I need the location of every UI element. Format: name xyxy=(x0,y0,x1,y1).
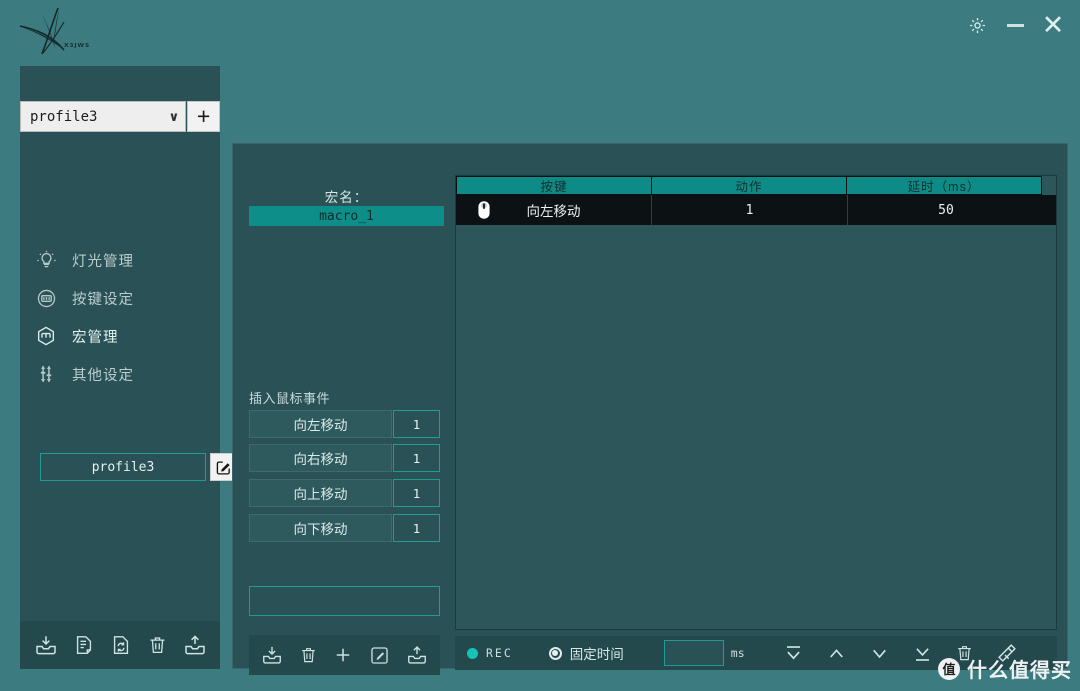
current-profile-label: profile3 xyxy=(91,459,155,475)
macro-toolbar xyxy=(249,635,440,675)
trash-icon[interactable] xyxy=(299,644,318,666)
sliders-icon xyxy=(20,363,72,385)
app-logo: X3JWS xyxy=(12,4,98,60)
cube-icon xyxy=(20,325,72,347)
watermark: 值 什么值得买 xyxy=(938,654,1072,683)
sidebar-item-label: 宏管理 xyxy=(72,329,119,346)
export-tray-icon[interactable] xyxy=(183,633,207,657)
table-header-key[interactable]: 按键 xyxy=(456,176,652,195)
table-header-delay[interactable]: 延时（ms） xyxy=(846,176,1042,195)
sidebar-item-macro[interactable]: 宏管理 xyxy=(20,317,220,355)
pencil-square-icon[interactable] xyxy=(369,645,390,666)
move-top-icon[interactable] xyxy=(783,643,804,664)
table-row[interactable]: 向左移动 1 50 xyxy=(456,195,1056,225)
chevron-down-icon: ∨ xyxy=(168,108,180,124)
radio-inner-dot xyxy=(552,650,559,656)
fixed-time-label: 固定时间 xyxy=(569,647,624,662)
table-header-row: 按键 动作 延时（ms） xyxy=(456,176,1056,195)
delay-ms-input[interactable] xyxy=(663,640,724,666)
record-button[interactable]: REC xyxy=(467,646,513,660)
trash-icon[interactable] xyxy=(147,633,168,657)
main-content: 宏名： macro_1 插入鼠标事件 向左移动 1 向右移动 1 向上移动 1 … xyxy=(232,143,1068,675)
move-right-value-input[interactable]: 1 xyxy=(393,444,440,472)
table-cell-key-label: 向左移动 xyxy=(526,204,581,219)
mouse-event-row-right: 向右移动 1 xyxy=(249,444,440,472)
sidebar-item-keys[interactable]: 按键设定 xyxy=(20,279,220,317)
watermark-badge: 值 xyxy=(938,657,960,680)
profile-select-value: profile3 xyxy=(30,108,98,125)
plus-icon[interactable] xyxy=(333,645,353,665)
add-profile-button[interactable]: + xyxy=(187,101,220,132)
table-cell-action-label: 1 xyxy=(745,202,754,218)
table-cell-action: 1 xyxy=(652,195,848,225)
record-dot-icon xyxy=(467,647,478,659)
pencil-square-icon xyxy=(216,460,230,475)
table-cell-delay-label: 50 xyxy=(938,202,954,218)
sidebar-item-label: 按键设定 xyxy=(72,291,134,308)
logo-mark xyxy=(19,7,65,55)
insert-mouse-event-label: 插入鼠标事件 xyxy=(249,391,331,406)
document-refresh-icon[interactable] xyxy=(110,633,132,657)
minimize-bar xyxy=(1006,23,1024,27)
sidebar-item-other[interactable]: 其他设定 xyxy=(20,355,220,393)
profile-select[interactable]: profile3 ∨ xyxy=(20,101,187,132)
macro-name-label: 宏名： xyxy=(324,190,369,205)
lightbulb-icon xyxy=(20,250,72,271)
macro-column: 宏名： macro_1 插入鼠标事件 向左移动 1 向右移动 1 向上移动 1 … xyxy=(249,150,444,675)
macro-name-text: macro_1 xyxy=(319,208,374,224)
sidebar: profile3 ∨ + 灯光管理 按键设定 宏管理 其他设定 profile3 xyxy=(20,66,237,669)
macro-name-input[interactable] xyxy=(249,586,440,616)
current-profile-row: profile3 xyxy=(40,453,237,481)
move-left-value-input[interactable]: 1 xyxy=(393,410,440,438)
move-up-button[interactable]: 向上移动 xyxy=(249,479,392,507)
close-icon[interactable]: ✕ xyxy=(1036,8,1070,42)
table-header-action[interactable]: 动作 xyxy=(651,176,847,195)
move-down-value-input[interactable]: 1 xyxy=(393,514,440,542)
import-tray-icon[interactable] xyxy=(261,644,283,666)
settings-gear-icon[interactable] xyxy=(960,8,994,42)
radio-icon xyxy=(548,646,562,660)
chevron-down-icon[interactable] xyxy=(869,643,890,664)
ms-unit-label: ms xyxy=(730,646,745,660)
mouse-event-row-down: 向下移动 1 xyxy=(249,514,440,542)
title-bar: X3JWS ✕ xyxy=(0,0,1080,64)
logo-wordmark: X3JWS xyxy=(64,42,90,49)
mouse-icon xyxy=(472,198,496,225)
chevron-up-icon[interactable] xyxy=(826,643,847,664)
record-label: REC xyxy=(486,646,513,660)
move-down-button[interactable]: 向下移动 xyxy=(249,514,392,542)
export-tray-icon[interactable] xyxy=(406,644,428,666)
watermark-text: 什么值得买 xyxy=(967,660,1072,682)
move-bottom-icon[interactable] xyxy=(912,643,933,664)
mouse-event-row-left: 向左移动 1 xyxy=(249,410,440,438)
keycap-icon xyxy=(20,288,72,309)
document-edit-icon[interactable] xyxy=(73,633,95,657)
table-cell-key: 向左移动 xyxy=(456,195,652,225)
app-window: X3JWS ✕ profile3 ∨ + 灯光管理 按键设定 宏管理 其他设定 … xyxy=(0,0,1080,691)
sidebar-item-light[interactable]: 灯光管理 xyxy=(20,241,220,279)
profile-selector-row: profile3 ∨ + xyxy=(20,101,220,132)
table-cell-delay: 50 xyxy=(848,195,1044,225)
macro-name-item[interactable]: macro_1 xyxy=(249,206,444,226)
import-tray-icon[interactable] xyxy=(34,633,58,657)
move-up-value-input[interactable]: 1 xyxy=(393,479,440,507)
move-right-button[interactable]: 向右移动 xyxy=(249,444,392,472)
minimize-icon[interactable] xyxy=(998,8,1032,42)
mouse-event-row-up: 向上移动 1 xyxy=(249,479,440,507)
fixed-time-radio[interactable]: 固定时间 xyxy=(548,643,624,663)
move-left-button[interactable]: 向左移动 xyxy=(249,410,392,438)
sidebar-item-label: 其他设定 xyxy=(72,367,134,384)
sidebar-item-label: 灯光管理 xyxy=(72,253,134,270)
current-profile-button[interactable]: profile3 xyxy=(40,453,206,481)
macro-steps-table: 按键 动作 延时（ms） 向左移动 1 50 xyxy=(455,175,1057,630)
close-glyph: ✕ xyxy=(1041,9,1065,40)
sidebar-toolbar xyxy=(20,621,220,669)
